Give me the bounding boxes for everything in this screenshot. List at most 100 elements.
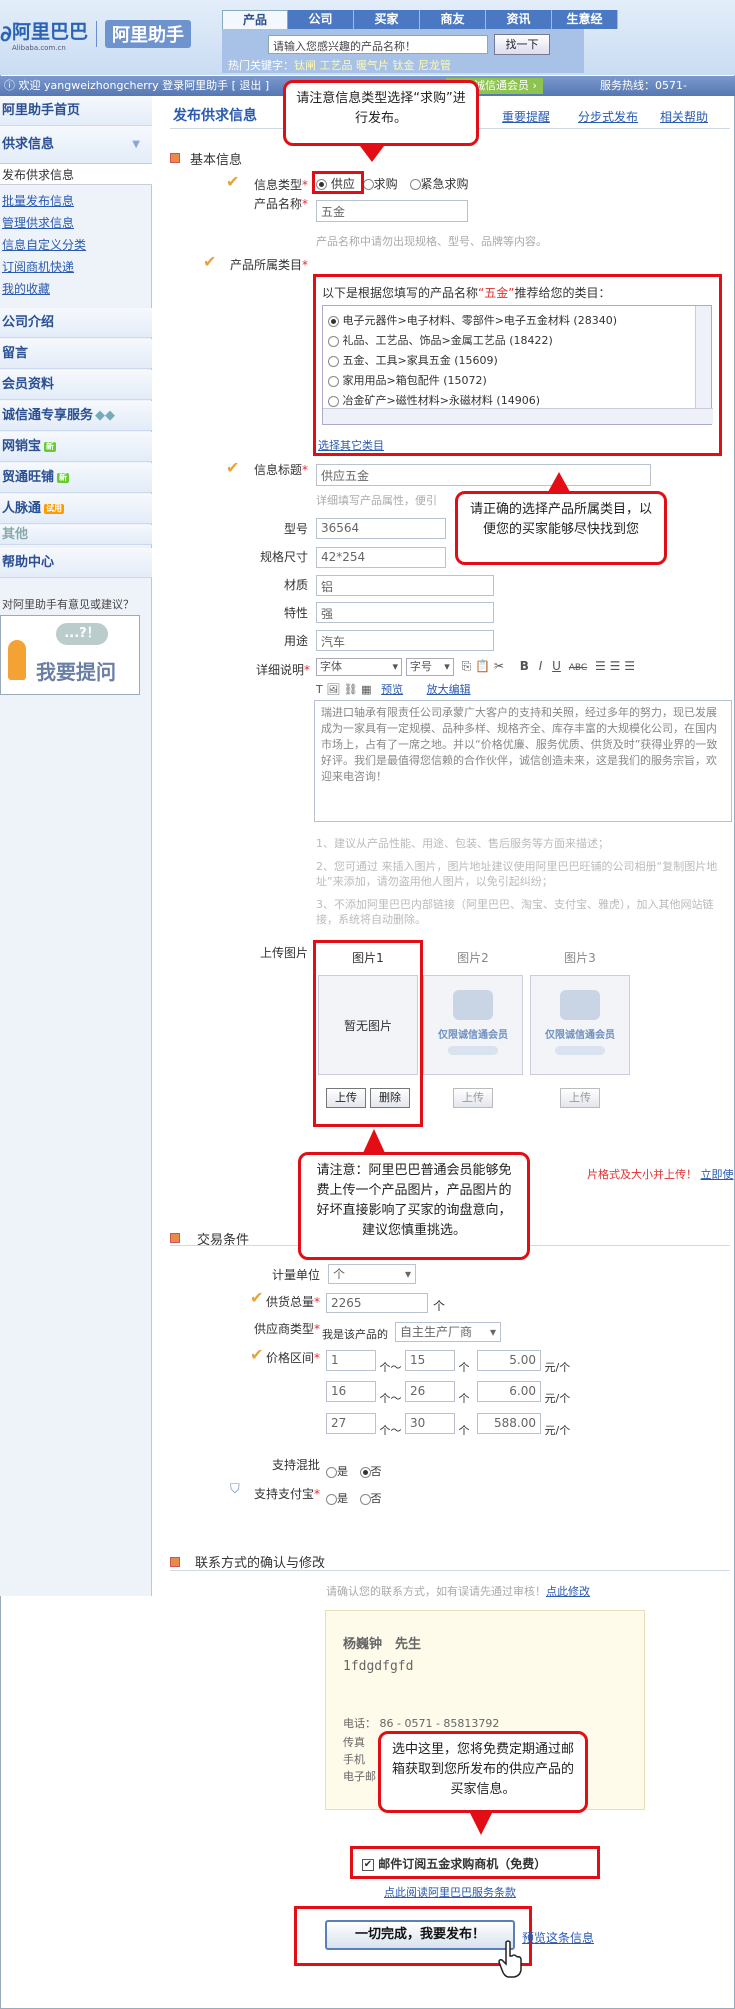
usage-input[interactable]: 汽车 (316, 630, 494, 651)
supplier-type-label: 供应商类型* (246, 1320, 320, 1337)
required-mark: * (302, 197, 308, 211)
price-to-input[interactable]: 26 (405, 1381, 455, 1402)
radio-mixed-yes[interactable] (326, 1466, 337, 1478)
sidebar-item-wangpu[interactable]: 贸通旺铺新 (0, 463, 152, 493)
tab-companies[interactable]: 公司 (288, 10, 354, 29)
sidebar-item-other[interactable]: 其他 (0, 525, 152, 545)
table-icon[interactable]: ▦ (361, 683, 371, 696)
price-row: 16 个～ 26 个 6.00 元/个 (326, 1381, 570, 1406)
subscribe-checkbox[interactable]: ✔ (362, 1858, 374, 1871)
sidebar-item-manage[interactable]: 管理供求信息 (0, 212, 152, 234)
sidebar-item-batch[interactable]: 批量发布信息 (0, 190, 152, 212)
supplier-type-select[interactable]: 自主生产厂商 ▾ (395, 1322, 501, 1342)
link-stepwise-publish[interactable]: 分步式发布 (578, 108, 638, 125)
sidebar-item-favorites[interactable]: 我的收藏 (0, 278, 152, 300)
italic-icon[interactable]: I (539, 659, 543, 673)
check-icon: ✔ (226, 172, 240, 191)
font-select-label: 字体 (320, 660, 342, 673)
link-important-notice[interactable]: 重要提醒 (502, 108, 550, 125)
sidebar-item-company[interactable]: 公司介绍 (0, 308, 152, 338)
tips: 1、建议从产品性能、用途、包装、售后服务等方面来描述； 2、您可通过 来插入图片… (316, 836, 728, 927)
unit-select[interactable]: 个 ▾ (328, 1264, 416, 1284)
tab-products[interactable]: 产品 (222, 10, 288, 29)
detail-editor[interactable]: 瑞进口轴承有限责任公司承蒙广大客户的支持和关照，经过多年的努力，现已发展成为一家… (314, 700, 732, 822)
model-input[interactable]: 36564 (316, 518, 446, 539)
submit-button[interactable]: 一切完成，我要发布！ (325, 1920, 515, 1950)
search-input[interactable]: 请输入您感兴趣的产品名称！ (268, 35, 488, 54)
highlight-image-1 (313, 940, 423, 1127)
align-left-icon[interactable]: ☰ (595, 659, 606, 673)
upload-note-link[interactable]: 立即使 (701, 1168, 734, 1181)
sidebar-item-subscribe[interactable]: 订阅商机快递 (0, 256, 152, 278)
sidebar-item-custom-category[interactable]: 信息自定义分类 (0, 234, 152, 256)
price-to-input[interactable]: 30 (405, 1413, 455, 1434)
radio-alipay-yes[interactable] (326, 1493, 337, 1505)
text-color-icon[interactable]: T (316, 683, 323, 696)
tab-business-friends[interactable]: 商友 (420, 10, 486, 29)
image-2-restriction: 仅限诚信通会员 (438, 1030, 508, 1041)
terms-link[interactable]: 点此阅读阿里巴巴服务条款 (384, 1884, 516, 1900)
price-from-input[interactable]: 27 (326, 1413, 376, 1434)
hot-keyword-list[interactable]: 钛闸 工艺品 暖气片 钛金 尼龙管 (294, 59, 451, 72)
product-name-input[interactable]: 五金 (316, 200, 468, 222)
sidebar-item-wangxiaobao[interactable]: 网销宝新 (0, 432, 152, 462)
price-to-input[interactable]: 15 (405, 1350, 455, 1371)
upload-button-disabled: 上传 (453, 1088, 493, 1108)
sidebar-item-home[interactable]: 阿里助手首页 (0, 96, 152, 126)
strike-icon[interactable]: ABC (569, 663, 587, 673)
bold-icon[interactable]: B (520, 659, 529, 673)
supply-input[interactable]: 2265 (326, 1293, 428, 1313)
paste-icon[interactable]: 📋 (475, 659, 490, 673)
sidebar-item-supply[interactable]: 供求信息 ▼ (0, 126, 152, 164)
radio-mixed-no[interactable] (359, 1466, 371, 1478)
size-select[interactable]: 字号 ▾ (405, 658, 454, 676)
edit-contact-link[interactable]: 点此修改 (546, 1585, 590, 1598)
feature-input[interactable]: 强 (316, 602, 494, 623)
radio-urgent-buy[interactable] (409, 179, 421, 190)
sidebar-item-help[interactable]: 帮助中心 (0, 548, 152, 578)
material-input[interactable]: 铝 (316, 575, 494, 596)
ask-question-label[interactable]: 我要提问 (36, 656, 116, 685)
info-title-input[interactable]: 供应五金 (316, 464, 651, 486)
cut-icon[interactable]: ✂ (494, 659, 504, 673)
sidebar-item-renmaitong[interactable]: 人脉通 试用 (0, 494, 152, 524)
tab-news[interactable]: 资讯 (486, 10, 552, 29)
preview-link[interactable]: 预览 (381, 683, 403, 696)
insert-image-icon[interactable]: 🖼 (326, 683, 340, 696)
hot-keywords: 热门关键字：钛闸 工艺品 暖气片 钛金 尼龙管 (228, 57, 451, 73)
site-logo[interactable]: ∂ 阿里巴巴 Alibaba.com.cn 阿里助手 (0, 14, 191, 54)
range-separator: 个～ (379, 1424, 402, 1437)
enlarge-edit-link[interactable]: 放大编辑 (427, 683, 471, 696)
search-button[interactable]: 找一下 (494, 34, 550, 55)
subscribe-label[interactable]: 邮件订阅五金求购商机（免费） (378, 1857, 546, 1871)
sidebar-item-messages[interactable]: 留言 (0, 339, 152, 369)
align-right-icon[interactable]: ☰ (624, 659, 635, 673)
sidebar-item-member-info[interactable]: 会员资料 (0, 370, 152, 400)
font-select[interactable]: 字体 ▾ (316, 658, 402, 676)
image-3-label: 图片3 (564, 951, 596, 965)
sidebar-wangpu-label: 贸通旺铺 (2, 470, 55, 485)
tab-buyers[interactable]: 买家 (354, 10, 420, 29)
link-icon[interactable]: ⛓ (344, 683, 358, 696)
sidebar-item-trust-service[interactable]: 诚信通专享服务 ◆◆ (0, 401, 152, 431)
sidebar-item-publish[interactable]: 发布供求信息 (0, 163, 152, 185)
helper-title: 阿里助手 (104, 20, 191, 48)
price-input[interactable]: 5.00 (477, 1350, 541, 1371)
price-from-input[interactable]: 16 (326, 1381, 376, 1402)
price-input[interactable]: 588.00 (477, 1413, 541, 1434)
align-center-icon[interactable]: ☰ (610, 659, 621, 673)
price-input[interactable]: 6.00 (477, 1381, 541, 1402)
size-input[interactable]: 42*254 (316, 547, 446, 568)
preview-info-link[interactable]: 预览这条信息 (522, 1929, 594, 1946)
link-related-help[interactable]: 相关帮助 (660, 108, 708, 125)
underline-icon[interactable]: U (552, 659, 561, 673)
detail-label: 详细说明* (240, 661, 310, 678)
section-icon (170, 153, 180, 163)
copy-icon[interactable]: ⎘ (462, 659, 472, 673)
tab-business-talk[interactable]: 生意经 (552, 10, 618, 29)
radio-buy[interactable] (362, 179, 374, 190)
upload-note-text: 片格式及大小并上传！ (587, 1168, 697, 1181)
highlight-category (313, 274, 722, 456)
radio-alipay-no[interactable] (359, 1493, 371, 1505)
price-from-input[interactable]: 1 (326, 1350, 376, 1371)
